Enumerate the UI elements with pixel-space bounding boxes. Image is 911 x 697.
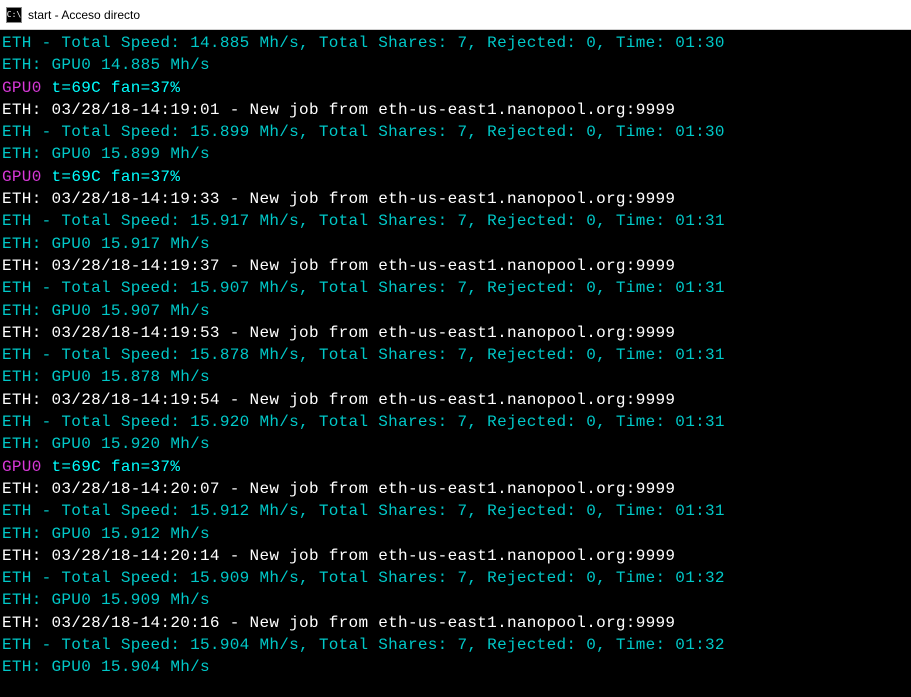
console-line: ETH - Total Speed: 15.912 Mh/s, Total Sh… [2, 500, 909, 522]
console-line: ETH: 03/28/18-14:20:14 - New job from et… [2, 545, 909, 567]
console-line: ETH - Total Speed: 15.899 Mh/s, Total Sh… [2, 121, 909, 143]
console-line: ETH: GPU0 15.907 Mh/s [2, 300, 909, 322]
console-line: ETH: 03/28/18-14:19:01 - New job from et… [2, 99, 909, 121]
console-output[interactable]: ETH - Total Speed: 14.885 Mh/s, Total Sh… [0, 30, 911, 697]
console-line: ETH: 03/28/18-14:20:16 - New job from et… [2, 612, 909, 634]
console-line: ETH: GPU0 15.917 Mh/s [2, 233, 909, 255]
console-line: ETH - Total Speed: 14.885 Mh/s, Total Sh… [2, 32, 909, 54]
console-line: ETH: 03/28/18-14:19:33 - New job from et… [2, 188, 909, 210]
console-line: GPU0 t=69C fan=37% [2, 166, 909, 188]
console-line: ETH - Total Speed: 15.917 Mh/s, Total Sh… [2, 210, 909, 232]
console-segment: t=69C fan=37% [42, 458, 181, 476]
console-line: ETH: GPU0 15.920 Mh/s [2, 433, 909, 455]
window-titlebar[interactable]: C:\ start - Acceso directo [0, 0, 911, 30]
window-title: start - Acceso directo [28, 8, 140, 22]
console-segment: GPU0 [2, 168, 42, 186]
console-segment: GPU0 [2, 458, 42, 476]
console-line: ETH: GPU0 15.909 Mh/s [2, 589, 909, 611]
console-line: ETH: 03/28/18-14:20:07 - New job from et… [2, 478, 909, 500]
console-line: ETH: 03/28/18-14:19:54 - New job from et… [2, 389, 909, 411]
console-line: ETH: GPU0 15.899 Mh/s [2, 143, 909, 165]
console-line: ETH: GPU0 15.878 Mh/s [2, 366, 909, 388]
console-segment: t=69C fan=37% [42, 168, 181, 186]
console-line: ETH: GPU0 15.912 Mh/s [2, 523, 909, 545]
console-line: GPU0 t=69C fan=37% [2, 456, 909, 478]
console-line: ETH - Total Speed: 15.920 Mh/s, Total Sh… [2, 411, 909, 433]
console-line: ETH - Total Speed: 15.909 Mh/s, Total Sh… [2, 567, 909, 589]
cmd-icon: C:\ [6, 7, 22, 23]
console-line: ETH: GPU0 14.885 Mh/s [2, 54, 909, 76]
console-line: ETH: GPU0 15.904 Mh/s [2, 656, 909, 678]
console-line: GPU0 t=69C fan=37% [2, 77, 909, 99]
console-line: ETH: 03/28/18-14:19:37 - New job from et… [2, 255, 909, 277]
console-segment: t=69C fan=37% [42, 79, 181, 97]
console-line: ETH - Total Speed: 15.904 Mh/s, Total Sh… [2, 634, 909, 656]
console-line: ETH - Total Speed: 15.878 Mh/s, Total Sh… [2, 344, 909, 366]
console-line: ETH: 03/28/18-14:19:53 - New job from et… [2, 322, 909, 344]
console-line: ETH - Total Speed: 15.907 Mh/s, Total Sh… [2, 277, 909, 299]
console-segment: GPU0 [2, 79, 42, 97]
